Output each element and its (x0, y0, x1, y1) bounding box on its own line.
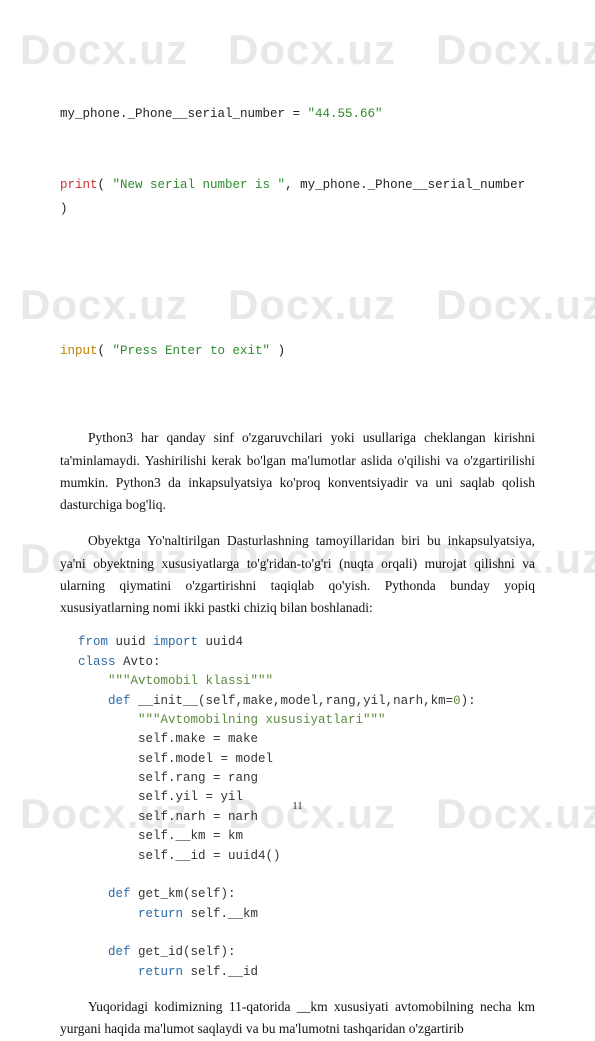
code-line: from uuid import uuid4 (78, 633, 535, 652)
code-line: self.__km = km (78, 827, 535, 846)
paragraph-3: Yuqoridagi kodimizning 11-qatorida __km … (60, 996, 535, 1041)
code-line: def get_km(self): (78, 885, 535, 904)
code-line: self.model = model (78, 750, 535, 769)
code-line: """Avtomobil klassi""" (78, 672, 535, 691)
code-line: return self.__km (78, 905, 535, 924)
paragraph-2: Obyektga Yo'naltirilgan Dasturlashning t… (60, 530, 535, 619)
code-line: class Avto: (78, 653, 535, 672)
code-line: """Avtomobilning xususiyatlari""" (78, 711, 535, 730)
code-line: self.yil = yil (78, 788, 535, 807)
code-line: return self.__id (78, 963, 535, 982)
code-line (60, 269, 535, 293)
code-line: self.rang = rang (78, 769, 535, 788)
code-line: self.__id = uuid4() (78, 847, 535, 866)
code-block-2: from uuid import uuid4 class Avto: """Av… (78, 633, 535, 982)
code-line: self.make = make (78, 730, 535, 749)
code-line: def get_id(self): (78, 943, 535, 962)
page-content: my_phone._Phone__serial_number = "44.55.… (0, 0, 595, 1041)
code-line: def __init__(self,make,model,rang,yil,na… (78, 692, 535, 711)
code-line: input( "Press Enter to exit" ) (60, 340, 535, 364)
code-line: print( "New serial number is ", my_phone… (60, 174, 535, 222)
code-line: self.narh = narh (78, 808, 535, 827)
code-block-1: my_phone._Phone__serial_number = "44.55.… (60, 55, 535, 411)
paragraph-1: Python3 har qanday sinf o'zgaruvchilari … (60, 427, 535, 516)
code-line: my_phone._Phone__serial_number = "44.55.… (60, 103, 535, 127)
code-line (78, 924, 535, 943)
code-line (78, 866, 535, 885)
